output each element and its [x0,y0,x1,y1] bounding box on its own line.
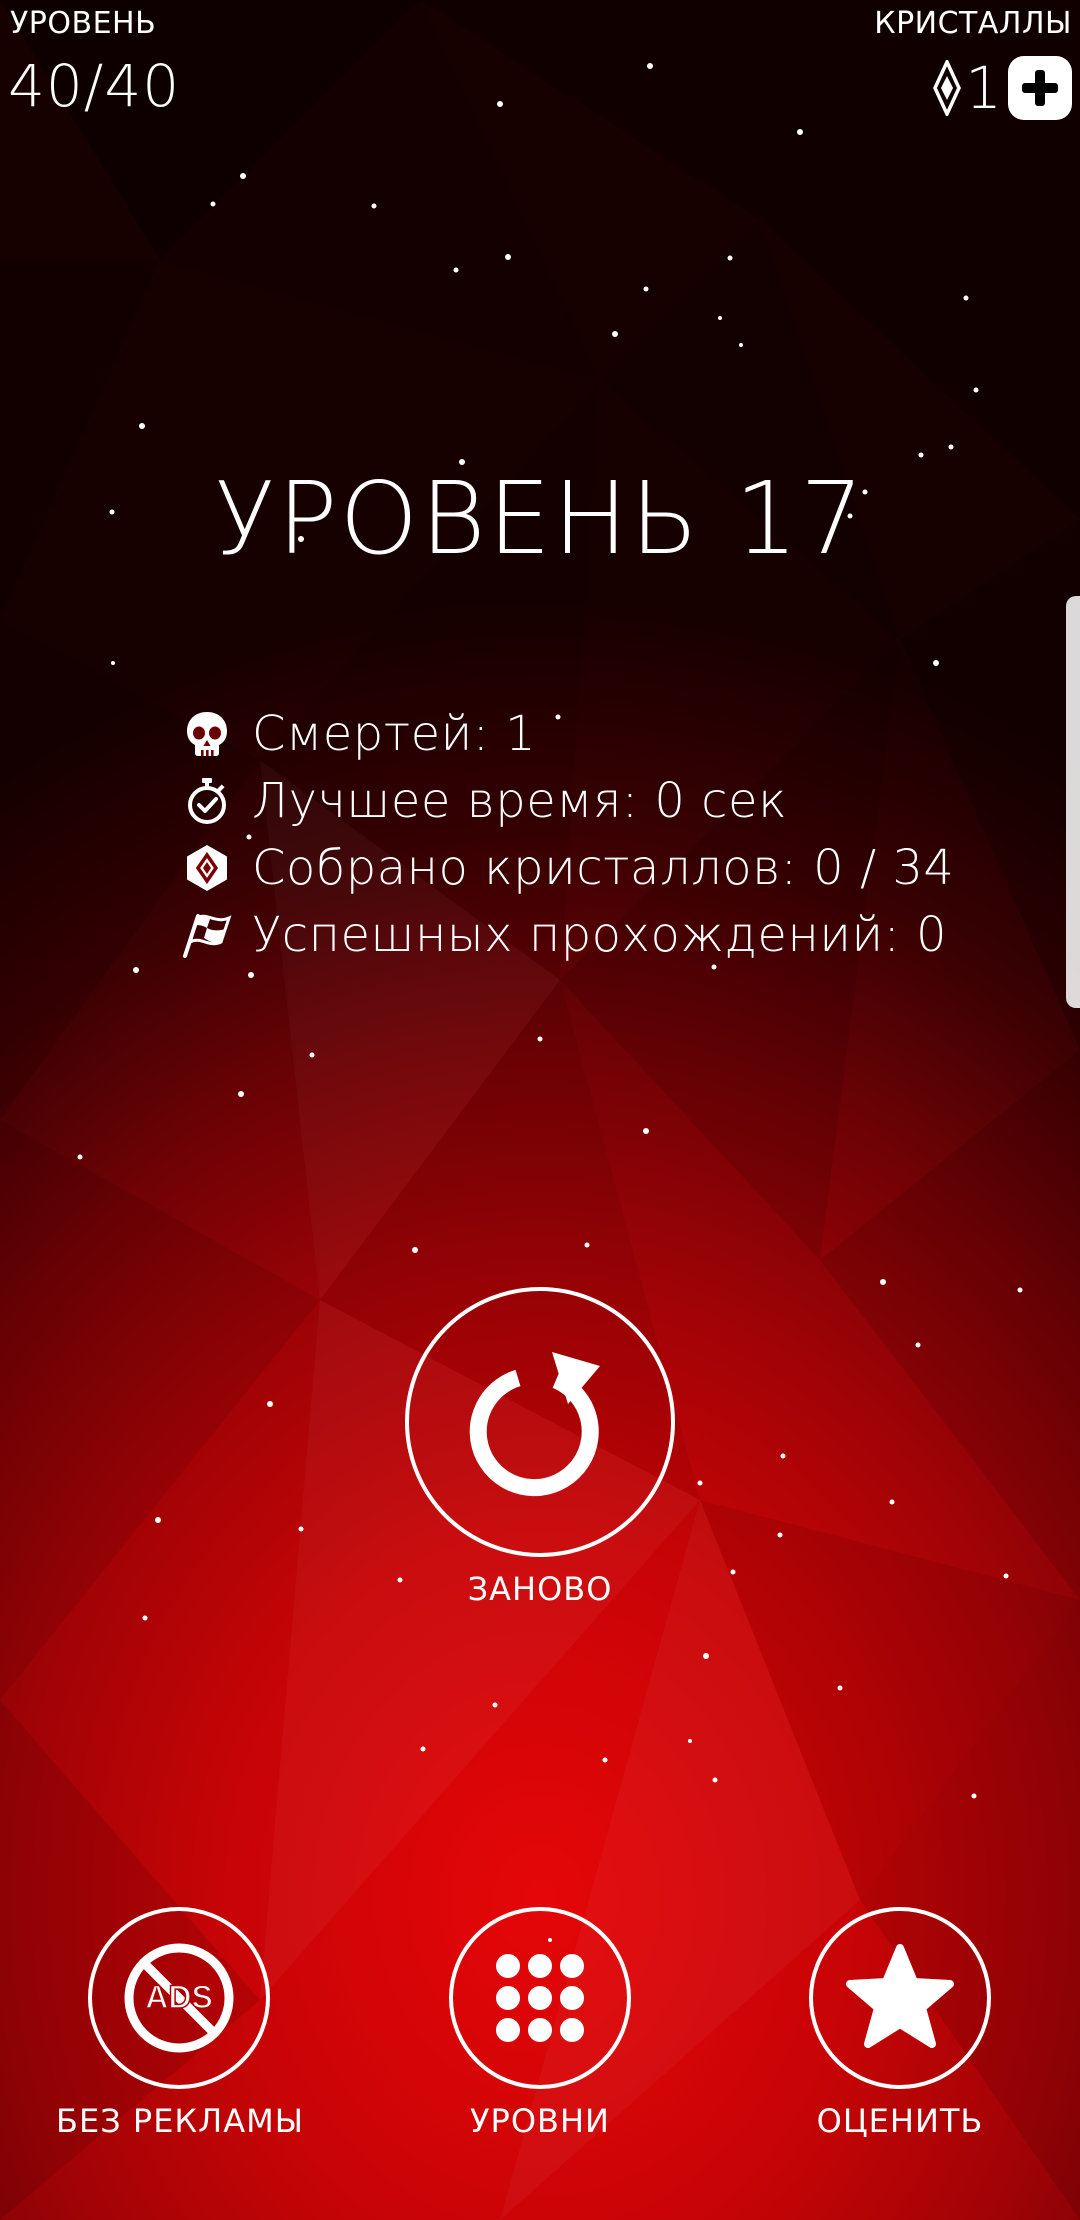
retry-arrow-icon [469,1352,600,1497]
star-particles [77,63,1023,1942]
stopwatch-icon [180,774,234,828]
stat-deaths: Смертей: 1 [180,700,954,767]
retry-label: ЗАНОВО [467,1570,613,1608]
side-panel-handle[interactable] [1066,596,1080,1008]
no-ads-icon: ADS [124,1943,234,2053]
crystals-label: КРИСТАЛЛЫ [874,6,1072,41]
stat-crystals-text: Собрано кристаллов: 0 / 34 [252,839,955,896]
crystal-counter: 1 [933,56,1072,120]
crystal-count: 1 [965,54,1002,122]
stat-deaths-text: Смертей: 1 [252,705,537,762]
level-title: УРОВЕНЬ 17 [214,460,866,577]
level-progress: 40/40 [8,52,181,120]
crystal-icon [933,60,962,116]
level-stats: Смертей: 1 Лучшее время: 0 сек Собрано к… [180,700,954,968]
stat-completions: Успешных прохождений: 0 [180,901,954,968]
stat-crystals: Собрано кристаллов: 0 / 34 [180,834,954,901]
star-icon [846,1944,954,2048]
levels-label: УРОВНИ [470,2102,610,2140]
levels-button[interactable] [449,1907,631,2089]
add-crystals-button[interactable] [1008,56,1072,120]
stat-best-time-text: Лучшее время: 0 сек [252,772,788,829]
checkered-flag-icon [180,908,234,962]
rate-label: ОЦЕНИТЬ [816,2102,984,2140]
stat-completions-text: Успешных прохождений: 0 [252,906,948,963]
skull-icon [180,707,234,761]
stat-best-time: Лучшее время: 0 сек [180,767,954,834]
grid-dots-icon [496,1954,584,2042]
level-label: УРОВЕНЬ [10,6,157,41]
game-screen: УРОВЕНЬ 40/40 КРИСТАЛЛЫ 1 УРОВЕНЬ 17 Сме… [0,0,1080,2220]
no-ads-button[interactable]: ADS [88,1907,270,2089]
no-ads-label: БЕЗ РЕКЛАМЫ [56,2102,304,2140]
retry-button[interactable] [405,1287,675,1557]
rate-button[interactable] [809,1907,991,2089]
crystal-badge-icon [180,841,234,895]
plus-icon [1022,70,1058,106]
no-ads-icon-text: ADS [145,1979,213,2015]
